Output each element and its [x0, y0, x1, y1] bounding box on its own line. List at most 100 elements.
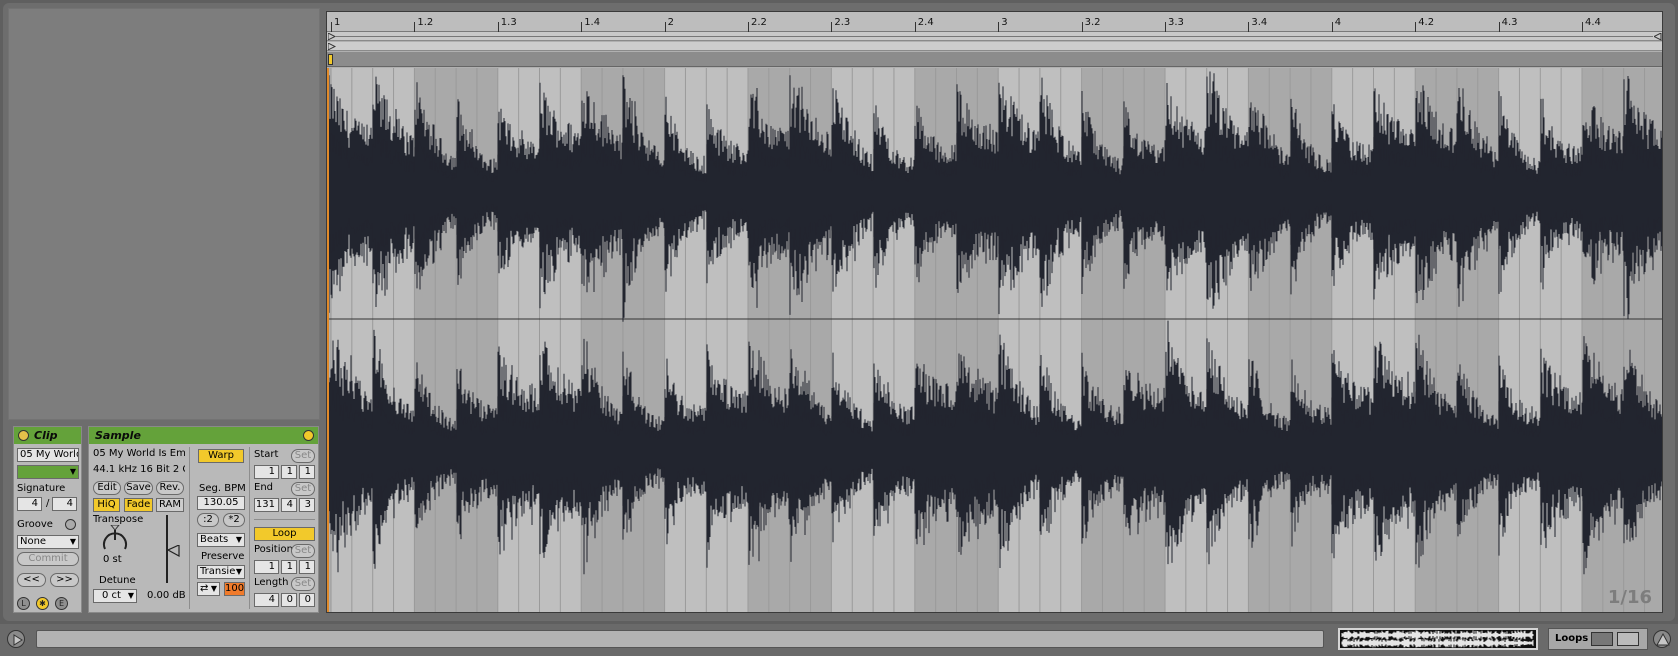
nav-prev-button[interactable]: <<: [17, 573, 46, 587]
groove-label: Groove: [17, 519, 53, 530]
end-sixteenth-field[interactable]: 3: [299, 498, 315, 512]
signature-denominator[interactable]: 4: [52, 497, 77, 511]
ruler-tick: [998, 22, 1000, 32]
sample-editor[interactable]: 1 1.2 1.3 1.4 2 2.2 2.3 2.4 3 3.2 3.3 3.4 4 4.2 4.3 4.4…: [326, 11, 1663, 613]
ruler-tick: [1582, 22, 1583, 32]
column-divider: [249, 447, 250, 609]
nav-next-button[interactable]: >>: [50, 573, 79, 587]
hiq-button[interactable]: HiQ: [93, 498, 120, 512]
start-bar-field[interactable]: 1: [254, 465, 279, 479]
loop-marker-row[interactable]: [327, 42, 1662, 51]
loop-button[interactable]: Loop: [254, 527, 315, 541]
warp-marker-row[interactable]: [327, 52, 1662, 67]
commit-button[interactable]: Commit: [17, 552, 79, 566]
start-sixteenth-field[interactable]: 1: [299, 465, 315, 479]
empty-panel: [8, 8, 320, 420]
loops-thumbnail-icon: [1617, 632, 1639, 646]
ruler-tick: [1331, 22, 1333, 32]
save-button[interactable]: Save: [124, 481, 153, 495]
transpose-knob[interactable]: [100, 525, 130, 553]
envelope-icon[interactable]: E: [55, 597, 68, 610]
sample-title: Sample: [95, 429, 141, 442]
position-bar-field[interactable]: 1: [254, 560, 279, 574]
start-set-button[interactable]: Set: [291, 449, 315, 463]
warp-mode-select[interactable]: Beats: [197, 533, 245, 547]
length-sixteenth-field[interactable]: 0: [299, 593, 315, 607]
sample-panel: Sample 05 My World Is Emp! 44.1 kHz 16 B…: [88, 426, 319, 613]
beat-ruler[interactable]: 1 1.2 1.3 1.4 2 2.2 2.3 2.4 3 3.2 3.3 3.4 4 4.2 4.3 4.4: [327, 12, 1662, 32]
fade-button[interactable]: Fade: [124, 498, 153, 512]
length-label: Length: [254, 577, 289, 588]
overview-channel: [1341, 630, 1534, 648]
grain-field[interactable]: 100: [224, 582, 245, 596]
overview-waveform: [1341, 630, 1534, 648]
length-set-button[interactable]: Set: [291, 577, 315, 591]
ruler-tick: [664, 22, 666, 32]
ruler-label: 3.2: [1084, 17, 1101, 28]
clip-activator-button[interactable]: [18, 430, 29, 441]
start-marker-row[interactable]: [327, 32, 1662, 41]
triangle-icon[interactable]: [1653, 630, 1671, 648]
status-message-field: [36, 630, 1324, 648]
position-label: Position: [254, 544, 293, 555]
signature-label: Signature: [17, 483, 66, 494]
position-sixteenth-field[interactable]: 1: [299, 560, 315, 574]
edit-button[interactable]: Edit: [93, 481, 121, 495]
start-label: Start: [254, 449, 279, 460]
clip-name-field[interactable]: 05 My World: [17, 448, 79, 462]
seg-bpm-field[interactable]: 130.05: [197, 496, 245, 510]
end-marker-icon[interactable]: [1654, 33, 1662, 41]
warp-marker-handle[interactable]: [328, 54, 333, 65]
launch-icon[interactable]: L: [17, 597, 30, 610]
ruler-label: 2.2: [751, 17, 767, 28]
clip-color-select[interactable]: [17, 465, 79, 479]
length-beat-field[interactable]: 0: [281, 593, 297, 607]
waveform-display[interactable]: [327, 68, 1663, 613]
ruler-tick: [1165, 22, 1166, 32]
preserve-select[interactable]: Transie: [197, 565, 245, 579]
gain-slider-handle-icon[interactable]: [167, 545, 181, 557]
groove-select[interactable]: None: [17, 535, 79, 549]
half-tempo-button[interactable]: :2: [197, 513, 219, 527]
ram-button[interactable]: RAM: [156, 498, 184, 512]
end-set-button[interactable]: Set: [291, 482, 315, 496]
sample-icon[interactable]: ✱: [36, 597, 49, 610]
ruler-label: 2: [667, 17, 674, 28]
position-beat-field[interactable]: 1: [281, 560, 297, 574]
signature-numerator[interactable]: 4: [17, 497, 42, 511]
sample-title-bar: Sample: [89, 427, 318, 444]
groove-hot-swap-icon[interactable]: [65, 519, 76, 530]
end-beat-field[interactable]: 4: [281, 498, 297, 512]
reverse-button[interactable]: Rev.: [156, 481, 184, 495]
ruler-tick: [331, 22, 332, 32]
ruler-tick: [581, 22, 583, 32]
start-marker-icon[interactable]: [328, 33, 336, 41]
clip-panel: Clip 05 My World Signature 4 / 4 Groove …: [13, 426, 82, 613]
ruler-tick: [914, 22, 916, 32]
ruler-label: 3.3: [1168, 17, 1184, 28]
position-set-button[interactable]: Set: [291, 544, 315, 558]
play-icon[interactable]: [7, 630, 25, 648]
ruler-tick: [748, 22, 749, 32]
show-in-browser-icon[interactable]: [303, 430, 314, 441]
detune-field[interactable]: 0 ct: [93, 589, 137, 603]
gain-value: 0.00 dB: [147, 590, 186, 601]
preserve-label: Preserve: [201, 551, 245, 562]
loops-panel[interactable]: Loops: [1548, 628, 1648, 650]
end-bar-field[interactable]: 131: [254, 498, 279, 512]
waveform-overview[interactable]: [1338, 628, 1538, 650]
waveform-canvas[interactable]: [327, 68, 1663, 613]
loop-divider: [254, 519, 315, 520]
end-label: End: [254, 482, 274, 493]
loop-mode-select[interactable]: ⇄: [197, 582, 220, 596]
start-beat-field[interactable]: 1: [281, 465, 297, 479]
ruler-label: 2.4: [917, 17, 934, 28]
ruler-label: 4.4: [1585, 17, 1601, 28]
double-tempo-button[interactable]: *2: [223, 513, 245, 527]
warp-button[interactable]: Warp: [198, 449, 244, 463]
ruler-tick: [1498, 22, 1500, 32]
column-divider: [189, 447, 190, 609]
loop-start-marker-icon[interactable]: [328, 43, 336, 51]
length-bar-field[interactable]: 4: [254, 593, 279, 607]
zoom-page-counter: 1/16: [1607, 587, 1652, 608]
